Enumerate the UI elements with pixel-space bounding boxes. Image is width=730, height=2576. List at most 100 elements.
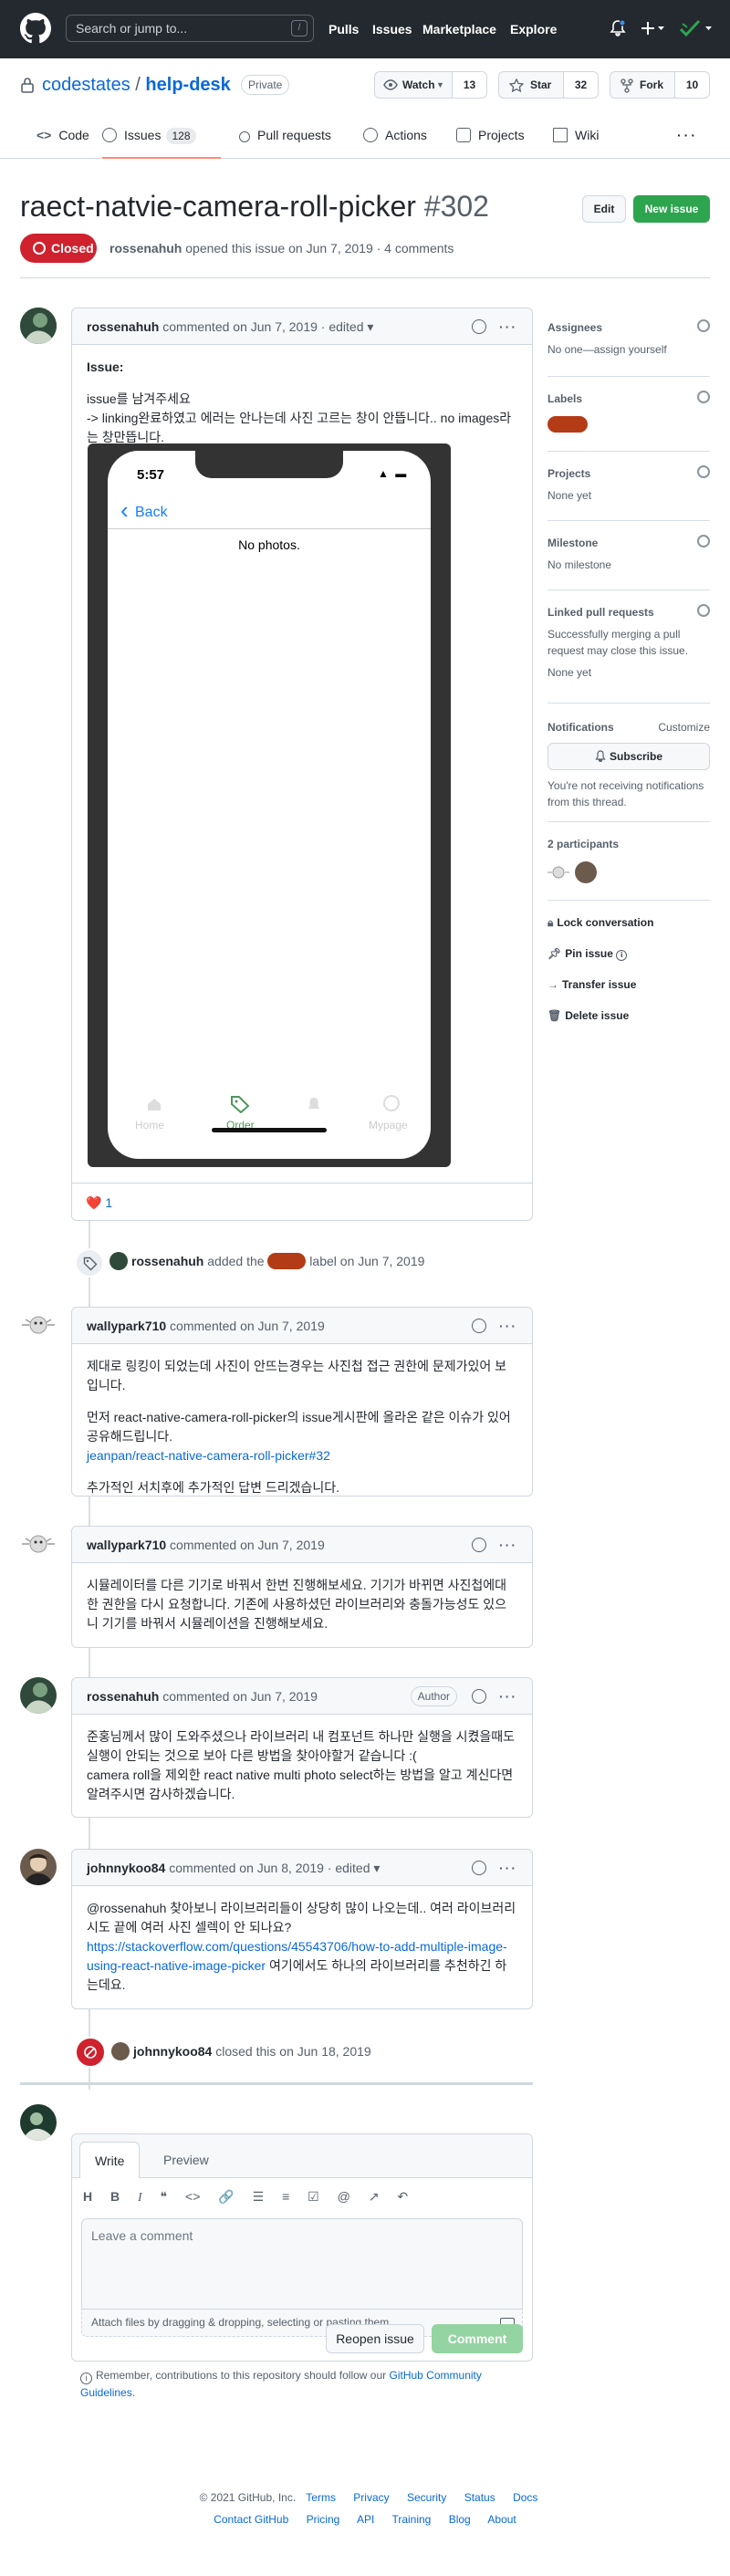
avatar[interactable] [20,308,57,344]
comment-header-text[interactable]: commented on Jun 7, 2019 [166,1319,325,1333]
fork-count[interactable]: 10 [674,72,709,98]
sidebar-labels[interactable]: Labels [548,391,710,436]
tab-code[interactable]: <> Code [36,124,89,146]
footer-link[interactable]: About [487,2513,516,2526]
italic-icon[interactable]: I [138,2188,142,2207]
watch-button[interactable]: Watch ▼ 13 [374,71,487,99]
delete-issue-action[interactable]: 🗑︎ Delete issue [548,1007,629,1024]
add-reaction-icon[interactable] [472,1319,486,1333]
heading-icon[interactable]: H [83,2187,92,2206]
tab-wiki[interactable]: Wiki [553,124,599,146]
avatar[interactable] [20,1307,57,1343]
repo-name-link[interactable]: help-desk [145,75,230,95]
footer-link[interactable]: Pricing [307,2513,340,2526]
comment-author[interactable]: johnnykoo84 [87,1861,165,1875]
label-event-actor[interactable]: rossenahuh [131,1254,203,1268]
comment-textarea[interactable]: Leave a comment [81,2218,523,2310]
footer-link[interactable]: Docs [513,2491,537,2504]
comment-header-text[interactable]: commented on Jun 7, 2019 [159,1689,318,1704]
kebab-menu-icon[interactable]: ··· [499,1538,517,1552]
tab-pull-requests[interactable]: Pull requests [239,124,331,146]
label-pill[interactable] [548,416,588,433]
kebab-menu-icon[interactable]: ··· [499,319,517,334]
edit-title-button[interactable]: Edit [582,195,626,223]
heart-reaction[interactable]: ❤️ 1 [86,1194,112,1213]
add-reaction-icon[interactable] [472,319,486,334]
ordered-list-icon[interactable]: ≡ [282,2187,289,2206]
comment-header-text[interactable]: commented on Jun 7, 2019 [166,1538,325,1552]
star-count[interactable]: 32 [563,72,598,98]
sidebar-assignees[interactable]: Assignees No one—assign yourself [548,319,710,356]
tab-issues[interactable]: Issues 128 [102,124,221,159]
customize-link[interactable]: Customize [658,719,710,735]
comment-header-text[interactable]: commented on Jun 8, 2019 · edited ▾ [165,1861,380,1875]
comment-author[interactable]: rossenahuh [87,1689,159,1704]
add-reaction-icon[interactable] [472,1861,486,1875]
fork-button[interactable]: Fork 10 [610,71,710,99]
user-avatar-menu-icon[interactable] [679,18,715,38]
avatar[interactable] [111,2042,130,2060]
issue-author-link[interactable]: rossenahuh [110,241,182,256]
footer-link[interactable]: Blog [449,2513,471,2526]
star-button[interactable]: Star 32 [498,71,599,99]
closed-event-actor[interactable]: johnnykoo84 [133,2044,212,2059]
repo-owner-link[interactable]: codestates [42,75,130,95]
link-icon[interactable]: 🔗 [218,2187,234,2206]
footer-link[interactable]: Security [407,2491,446,2504]
gear-icon[interactable] [697,535,710,548]
kebab-menu-icon[interactable]: ··· [499,1319,517,1333]
tab-projects[interactable]: Projects [456,124,525,146]
github-logo-icon[interactable] [20,13,51,44]
unordered-list-icon[interactable]: ☰ [253,2187,265,2206]
gear-icon[interactable] [697,319,710,332]
new-issue-button[interactable]: New issue [633,195,710,223]
footer-link[interactable]: API [357,2513,374,2526]
avatar[interactable] [20,1677,57,1714]
bold-icon[interactable]: B [110,2187,120,2206]
footer-link[interactable]: Training [391,2513,431,2526]
transfer-issue-action[interactable]: → Transfer issue [548,976,636,993]
sidebar-projects[interactable]: Projects None yet [548,465,710,502]
footer-link[interactable]: Privacy [353,2491,389,2504]
nav-explore[interactable]: Explore [510,20,557,39]
code-icon[interactable]: <> [185,2187,200,2206]
comment-header-text[interactable]: commented on Jun 7, 2019 · edited ▾ [159,319,373,334]
gear-icon[interactable] [697,391,710,403]
nav-marketplace[interactable]: Marketplace [422,20,496,39]
avatar[interactable] [575,861,597,883]
quote-icon[interactable]: ❝ [161,2187,168,2206]
footer-link[interactable]: Terms [306,2491,336,2504]
footer-link[interactable]: Status [464,2491,495,2504]
kebab-menu-icon[interactable]: ··· [499,1689,517,1704]
kebab-menu-icon[interactable]: ··· [499,1861,517,1875]
gear-icon[interactable] [697,604,710,617]
tab-actions[interactable]: Actions [363,124,427,146]
label-pill[interactable] [267,1253,307,1269]
write-tab[interactable]: Write [79,2142,141,2178]
watch-count[interactable]: 13 [452,72,486,98]
avatar[interactable] [20,1526,57,1562]
comment-author[interactable]: rossenahuh [87,319,159,334]
add-reaction-icon[interactable] [472,1538,486,1552]
comment-author[interactable]: wallypark710 [87,1538,166,1552]
search-input[interactable]: Search or jump to... / [66,15,314,42]
reopen-issue-button[interactable]: Reopen issue [326,2324,424,2353]
preview-tab[interactable]: Preview [149,2142,224,2178]
info-icon[interactable]: i [616,950,628,961]
sidebar-linked-pull-requests[interactable]: Linked pull requests Successfully mergin… [548,604,710,695]
subscribe-button[interactable]: Subscribe [548,743,710,770]
avatar[interactable] [20,2104,57,2141]
avatar[interactable] [110,1252,128,1270]
task-list-icon[interactable]: ☑ [308,2187,319,2206]
gear-icon[interactable] [697,465,710,478]
mention-icon[interactable]: @ [338,2187,350,2206]
comment-button[interactable]: Comment [432,2324,523,2353]
reply-icon[interactable]: ↶ [397,2187,408,2206]
issue-reference-link[interactable]: jeanpan/react-native-camera-roll-picker#… [87,1448,330,1463]
avatar[interactable] [20,1849,57,1885]
comment-author[interactable]: wallypark710 [87,1319,166,1333]
nav-issues[interactable]: Issues [372,20,412,39]
add-reaction-icon[interactable] [472,1689,486,1704]
create-new-icon[interactable] [641,20,666,37]
sidebar-milestone[interactable]: Milestone No milestone [548,535,710,571]
